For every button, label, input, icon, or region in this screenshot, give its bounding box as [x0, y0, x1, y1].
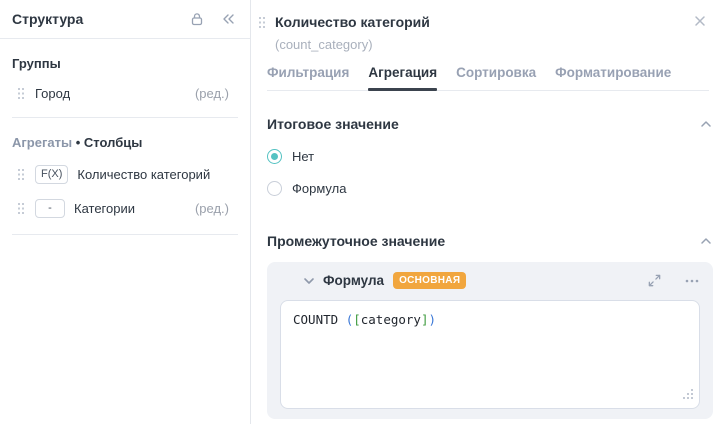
formula-card-header: Формула ОСНОВНАЯ [280, 272, 700, 289]
tab-aggregation[interactable]: Агрегация [368, 65, 437, 90]
aggregate-item-label: Категории [74, 201, 135, 216]
edit-group-link[interactable]: (ред.) [195, 86, 229, 101]
radio-option-formula[interactable]: Формула [267, 181, 713, 196]
sidebar-header: Структура [0, 0, 250, 39]
field-type-badge: - [35, 199, 65, 218]
expand-icon[interactable] [647, 273, 662, 288]
aggregates-header-left: Агрегаты [12, 135, 72, 150]
aggregates-section-header: Агрегаты • Столбцы [12, 135, 238, 150]
formula-card: Формула ОСНОВНАЯ [267, 262, 713, 419]
radio-label: Нет [292, 149, 314, 164]
radio-option-none[interactable]: Нет [267, 149, 713, 164]
radio-unselected-icon[interactable] [267, 181, 282, 196]
app-window: Структура Группы [0, 0, 725, 424]
field-type-badge: F(X) [35, 165, 68, 184]
resize-grip-icon[interactable] [683, 387, 693, 402]
total-value-section-header: Итоговое значение [267, 116, 713, 132]
field-editor-panel: Количество категорий (count_category) Фи… [251, 0, 725, 424]
tab-sorting[interactable]: Сортировка [456, 65, 536, 90]
close-icon[interactable] [693, 14, 707, 28]
structure-sidebar: Структура Группы [0, 0, 251, 424]
chevron-down-icon[interactable] [302, 274, 316, 288]
panel-subtitle: (count_category) [275, 37, 693, 52]
sidebar-divider [12, 117, 238, 118]
aggregate-row-count-category[interactable]: F(X) Количество категорий [12, 165, 238, 184]
intermediate-value-section-header: Промежуточное значение [267, 233, 713, 249]
tab-filtering[interactable]: Фильтрация [267, 65, 349, 90]
code-token-bracket: ] [421, 312, 429, 327]
chevron-up-icon[interactable] [699, 117, 713, 131]
formula-code-editor[interactable]: COUNTD ([category]) [280, 300, 700, 409]
drag-handle-icon[interactable] [17, 202, 25, 215]
tab-bar: Фильтрация Агрегация Сортировка Форматир… [267, 65, 709, 91]
chevron-up-icon[interactable] [699, 234, 713, 248]
radio-selected-icon[interactable] [267, 149, 282, 164]
primary-badge: ОСНОВНАЯ [393, 272, 466, 289]
drag-handle-icon[interactable] [17, 87, 25, 100]
code-token-bracket: [ [353, 312, 361, 327]
ellipsis-icon[interactable] [684, 274, 700, 288]
groups-section-header: Группы [12, 56, 238, 71]
aggregate-item-label: Количество категорий [77, 167, 210, 182]
collapse-sidebar-icon[interactable] [221, 12, 236, 26]
drag-handle-icon[interactable] [258, 16, 266, 29]
aggregates-header-right: Столбцы [84, 135, 142, 150]
panel-header: Количество категорий (count_category) [251, 0, 725, 52]
code-token-function: COUNTD [293, 312, 346, 327]
total-value-title: Итоговое значение [267, 116, 399, 132]
panel-title: Количество категорий [275, 14, 693, 30]
group-row-city[interactable]: Город (ред.) [12, 86, 238, 101]
aggregates-header-sep: • [76, 135, 81, 150]
edit-aggregate-link[interactable]: (ред.) [195, 201, 229, 216]
drag-handle-icon[interactable] [17, 168, 25, 181]
intermediate-value-title: Промежуточное значение [267, 233, 445, 249]
group-item-label: Город [35, 86, 70, 101]
radio-label: Формула [292, 181, 346, 196]
sidebar-title: Структура [12, 11, 83, 27]
formula-block-title: Формула [323, 273, 384, 288]
aggregate-row-categories[interactable]: - Категории (ред.) [12, 199, 238, 218]
formula-code-line: COUNTD ([category]) [293, 312, 687, 327]
lock-icon[interactable] [189, 11, 205, 27]
code-token-field: category [361, 312, 421, 327]
tab-formatting[interactable]: Форматирование [555, 65, 671, 90]
code-token-paren: ) [429, 312, 437, 327]
sidebar-divider [12, 234, 238, 235]
